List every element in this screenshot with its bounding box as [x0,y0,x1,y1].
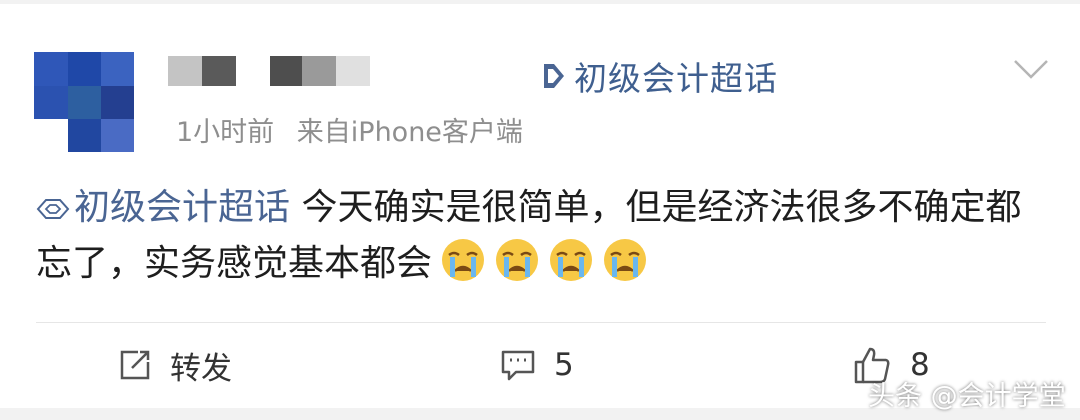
avatar[interactable] [34,52,134,152]
post-meta: 1小时前 来自iPhone客户端 [176,110,523,149]
post-time: 1小时前 [176,117,275,148]
repost-label: 转发 [170,350,232,387]
weibo-post-card: 初级会计超话 1小时前 来自iPhone客户端 初级会计超话 今天确实是很简单，… [0,4,1080,408]
comment-count: 5 [554,347,574,383]
crying-face-icon [442,239,485,281]
post-content: 初级会计超话 今天确实是很简单，但是经济法很多不确定都忘了，实务感觉基本都会 [36,180,1046,292]
comment-icon [501,350,535,381]
post-source: 来自iPhone客户端 [296,117,523,148]
repost-icon [120,350,150,380]
super-topic-icon [36,199,70,219]
topic-label: 初级会计超话 [574,59,778,98]
divider [36,322,1046,323]
inline-topic-label: 初级会计超话 [74,187,291,228]
chevron-down-icon[interactable] [1012,56,1050,82]
crying-face-icon [604,239,647,281]
super-topic-icon [544,64,564,88]
crying-face-icon [496,239,539,281]
topic-link[interactable]: 初级会计超话 [538,56,778,98]
crying-face-icon [550,239,593,281]
watermark: 头条 @会计学堂 [868,381,1066,412]
inline-topic-link[interactable]: 初级会计超话 [36,187,290,228]
comment-button[interactable]: 5 [500,340,574,390]
repost-button[interactable]: 转发 [118,340,232,390]
